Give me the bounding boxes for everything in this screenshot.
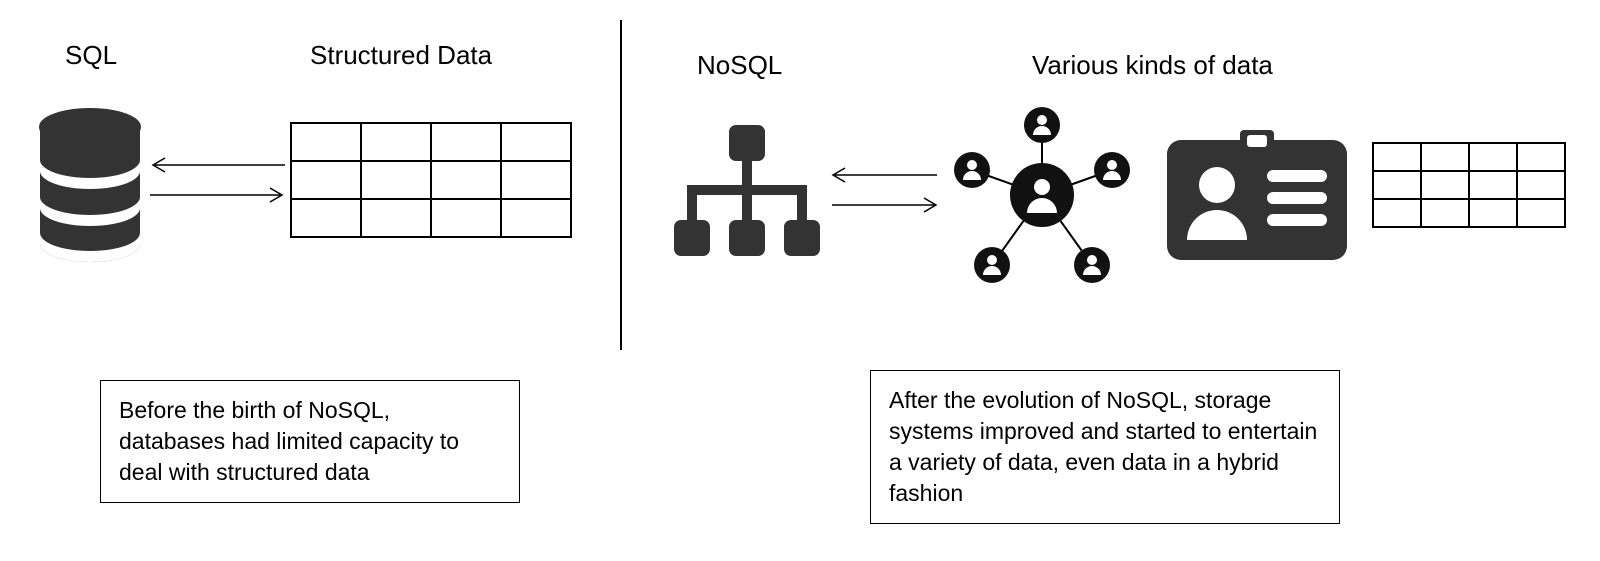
- hierarchy-icon: [667, 120, 827, 270]
- diagram-top-row: SQL Structured Data: [30, 20, 1570, 350]
- vertical-divider: [620, 20, 622, 350]
- left-caption-box: Before the birth of NoSQL, databases had…: [100, 380, 520, 503]
- network-graph-icon: [942, 95, 1142, 295]
- bidirectional-arrows-icon: [827, 160, 942, 220]
- id-card-icon: [1162, 130, 1352, 270]
- nosql-label: NoSQL: [697, 50, 782, 81]
- panel-left: SQL Structured Data: [30, 20, 590, 350]
- right-caption-box: After the evolution of NoSQL, storage sy…: [870, 370, 1340, 524]
- various-kinds-label: Various kinds of data: [1032, 50, 1273, 81]
- table-grid-icon: [290, 122, 572, 238]
- bidirectional-arrows-icon: [145, 150, 290, 210]
- panel-right: NoSQL Various kinds of data: [652, 20, 1570, 350]
- sql-label: SQL: [65, 40, 117, 71]
- database-icon: [30, 105, 150, 265]
- structured-data-label: Structured Data: [310, 40, 492, 71]
- table-grid-small-icon: [1372, 142, 1566, 228]
